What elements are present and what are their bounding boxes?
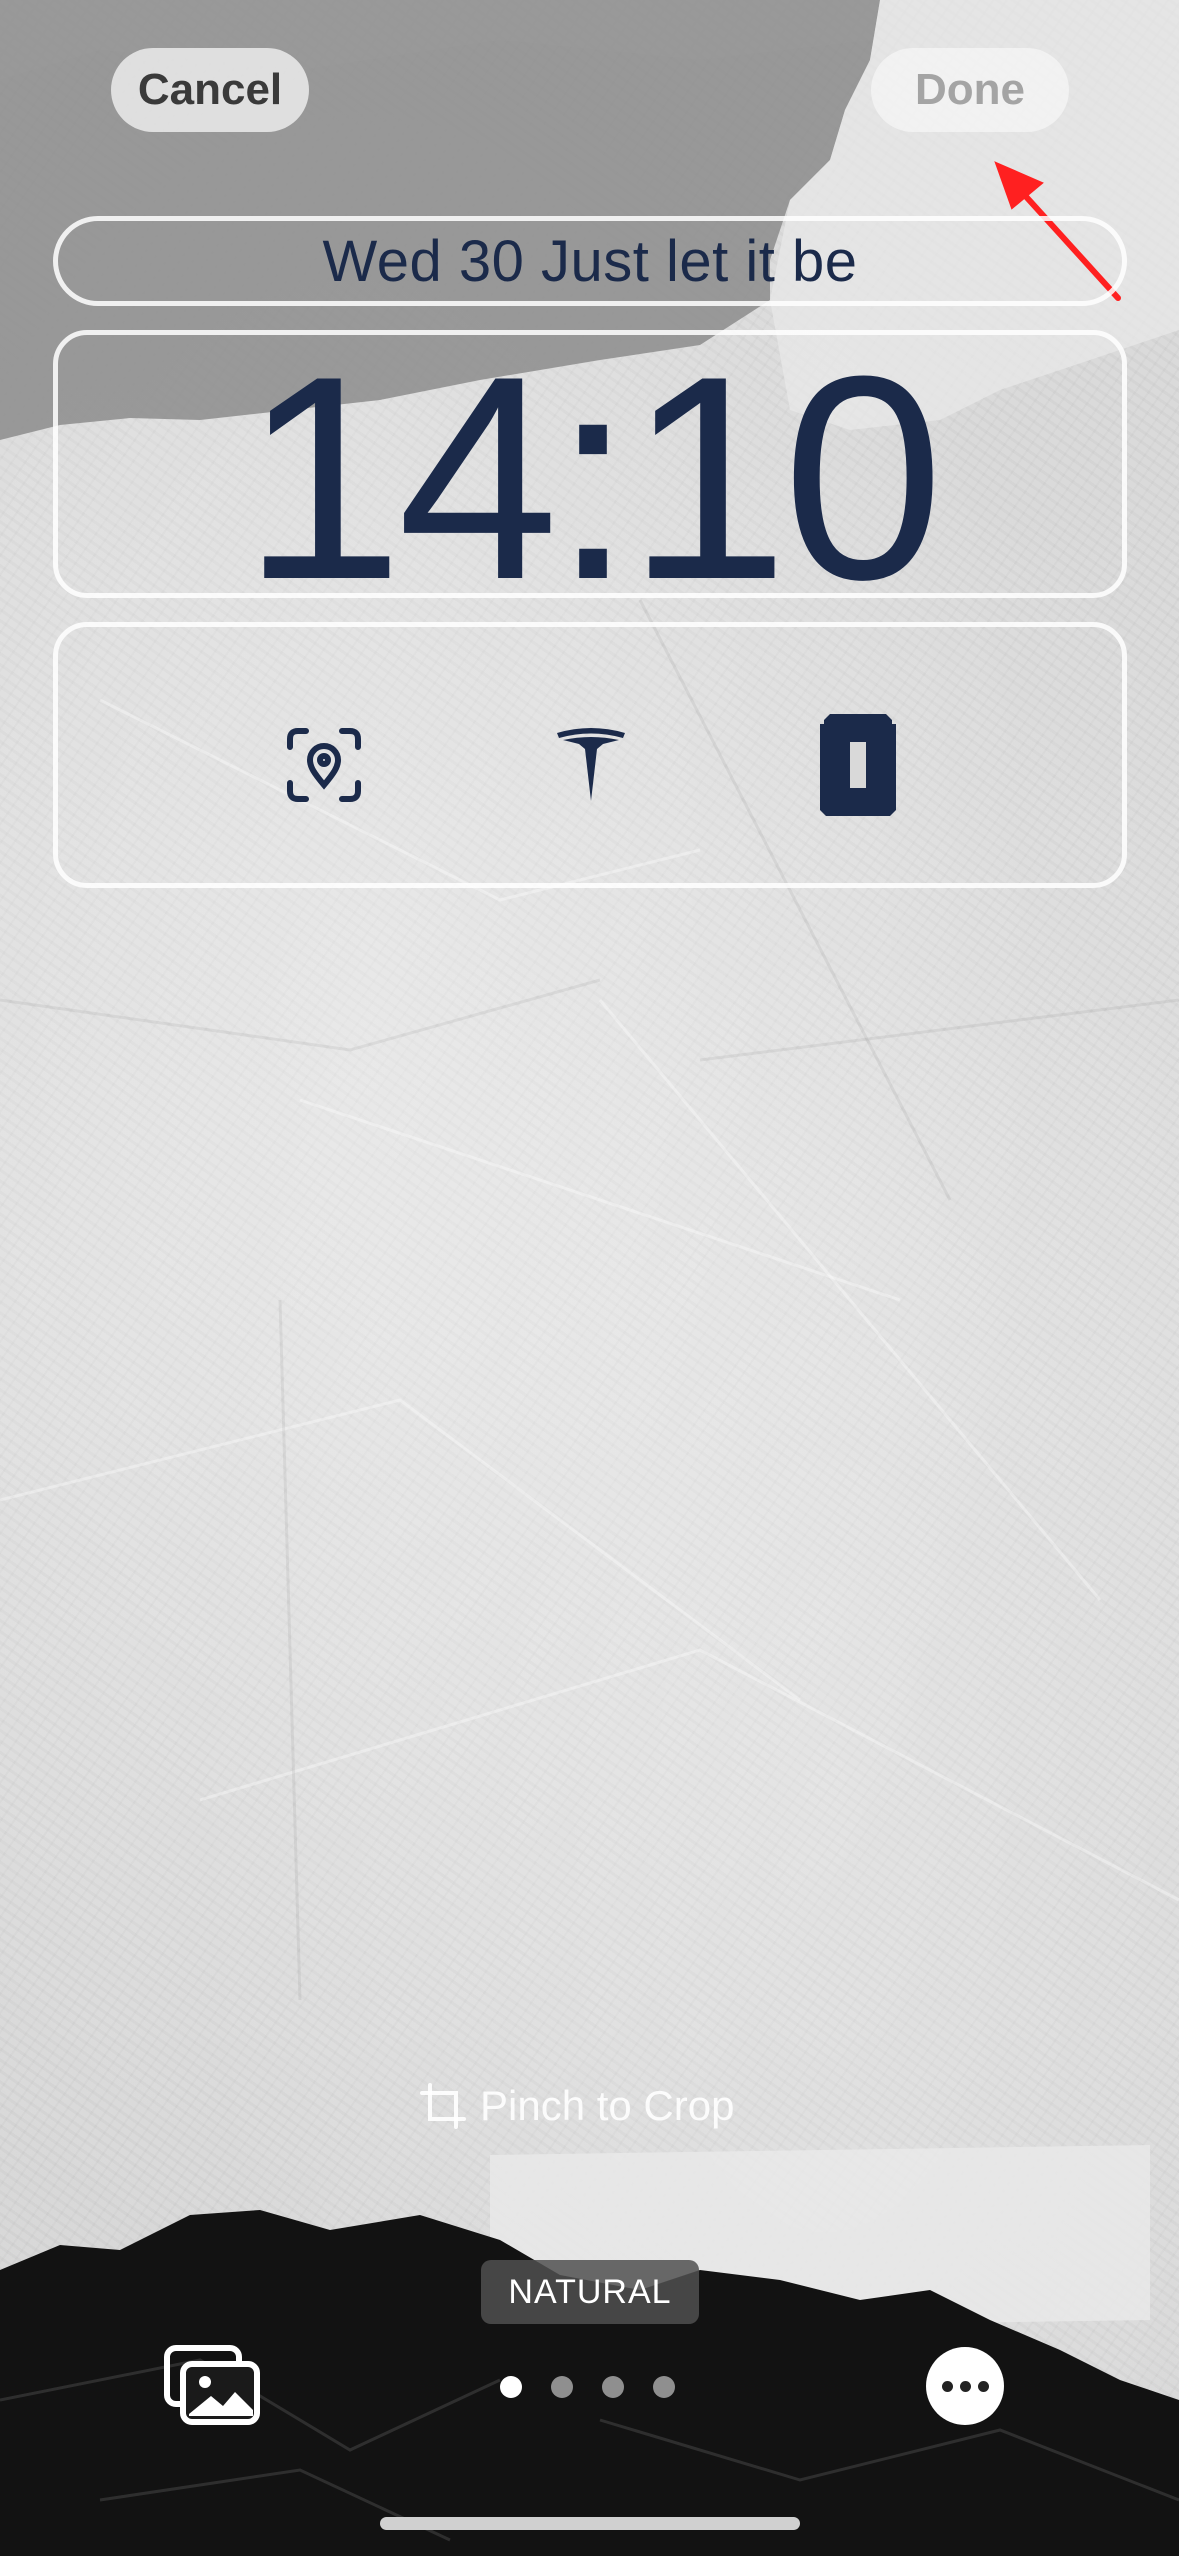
battery-icon	[820, 714, 896, 816]
filter-style-label: NATURAL	[481, 2260, 699, 2324]
ellipsis-icon-dot	[977, 2380, 989, 2392]
widgets-area[interactable]	[53, 622, 1127, 888]
crop-icon	[420, 2083, 466, 2129]
photos-button[interactable]	[163, 2344, 263, 2426]
page-dot-3[interactable]	[602, 2376, 624, 2398]
ellipsis-icon-dot	[941, 2380, 953, 2392]
tesla-logo-icon	[557, 728, 625, 801]
battery-widget[interactable]	[808, 714, 908, 816]
date-text: Wed 30 Just let it be	[322, 228, 858, 294]
home-indicator[interactable]	[380, 2517, 800, 2530]
cancel-button[interactable]: Cancel	[111, 48, 309, 132]
location-scan-widget[interactable]	[274, 715, 374, 815]
ellipsis-icon-dot	[959, 2380, 971, 2392]
tesla-widget[interactable]	[541, 715, 641, 815]
page-dot-2[interactable]	[551, 2376, 573, 2398]
clock-area[interactable]: 14:10	[53, 330, 1127, 623]
location-scan-icon	[287, 728, 361, 802]
page-indicator[interactable]	[500, 2376, 675, 2398]
page-dot-4[interactable]	[653, 2376, 675, 2398]
more-options-button[interactable]	[926, 2347, 1004, 2425]
done-button[interactable]: Done	[871, 48, 1069, 132]
date-widget-area[interactable]: Wed 30 Just let it be	[53, 216, 1127, 306]
photos-icon	[164, 2345, 260, 2425]
pinch-to-crop-text: Pinch to Crop	[480, 2082, 735, 2129]
pinch-to-crop-hint: Pinch to Crop	[420, 2082, 734, 2130]
clock-time: 14:10	[242, 316, 944, 640]
page-dot-1[interactable]	[500, 2376, 522, 2398]
